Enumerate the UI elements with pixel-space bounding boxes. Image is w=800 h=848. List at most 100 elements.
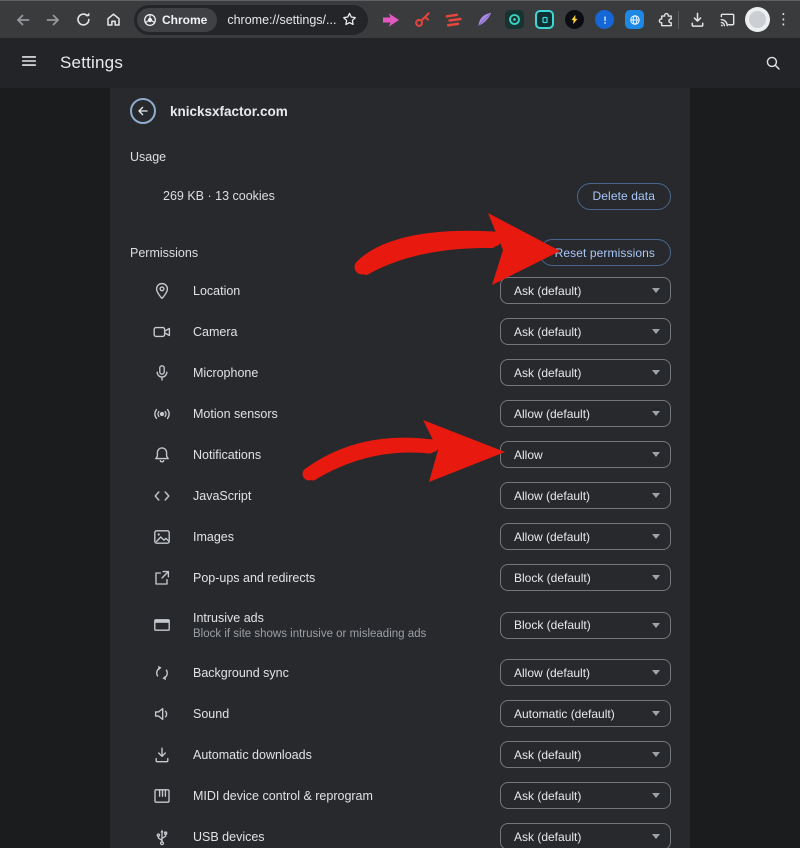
dropdown-caret-icon	[652, 623, 660, 628]
usage-value: 269 KB · 13 cookies	[163, 189, 275, 203]
blue-info-extension-icon[interactable]	[595, 10, 614, 29]
teal-frame-extension-icon[interactable]	[535, 10, 554, 29]
star-icon[interactable]	[341, 11, 358, 28]
red-stripes-extension-icon[interactable]	[443, 10, 463, 30]
permission-label: JavaScript	[193, 489, 251, 503]
permission-row-camera: Camera Ask (default)	[110, 311, 690, 352]
permission-label: Automatic downloads	[193, 748, 312, 762]
permission-selected-value: Allow	[514, 448, 543, 462]
permission-row-microphone: Microphone Ask (default)	[110, 352, 690, 393]
dropdown-caret-icon	[652, 329, 660, 334]
permission-row-motion-sensors: Motion sensors Allow (default)	[110, 393, 690, 434]
cast-icon[interactable]	[712, 5, 742, 35]
permission-row-intrusive-ads: Intrusive ads Block if site shows intrus…	[110, 598, 690, 652]
url-text: chrome://settings/...	[227, 13, 336, 27]
permission-selected-value: Ask (default)	[514, 830, 581, 844]
permission-label: Intrusive ads	[193, 611, 426, 625]
permission-select-camera[interactable]: Ask (default)	[500, 318, 671, 345]
permission-row-automatic-downloads: Automatic downloads Ask (default)	[110, 734, 690, 775]
dropdown-caret-icon	[652, 534, 660, 539]
download-icon[interactable]	[682, 5, 712, 35]
dropdown-caret-icon	[652, 834, 660, 839]
permission-select-background-sync[interactable]: Allow (default)	[500, 659, 671, 686]
download-arrow-icon	[152, 745, 172, 765]
extensions-puzzle-icon[interactable]	[655, 10, 675, 30]
permission-select-location[interactable]: Ask (default)	[500, 277, 671, 304]
purple-feather-extension-icon[interactable]	[474, 10, 494, 30]
back-icon[interactable]	[8, 5, 38, 35]
permission-select-sound[interactable]: Automatic (default)	[500, 700, 671, 727]
permission-selected-value: Block (default)	[514, 618, 591, 632]
dropdown-caret-icon	[652, 452, 660, 457]
site-title-row: knicksxfactor.com	[110, 88, 690, 134]
forward-icon[interactable]	[38, 5, 68, 35]
location-icon	[152, 281, 172, 301]
reset-permissions-button[interactable]: Reset permissions	[539, 239, 671, 266]
permissions-section-label: Permissions	[130, 245, 198, 261]
popup-icon	[152, 568, 172, 588]
permission-label: Microphone	[193, 366, 258, 380]
ads-icon	[152, 615, 172, 635]
permission-row-usb: USB devices Ask (default)	[110, 816, 690, 848]
permission-select-microphone[interactable]: Ask (default)	[500, 359, 671, 386]
toolbar-divider	[678, 11, 679, 29]
permission-selected-value: Ask (default)	[514, 284, 581, 298]
permission-row-javascript: JavaScript Allow (default)	[110, 475, 690, 516]
permission-select-popups[interactable]: Block (default)	[500, 564, 671, 591]
sync-icon	[152, 663, 172, 683]
usb-icon	[152, 827, 172, 847]
permission-label: Images	[193, 530, 234, 544]
javascript-icon	[152, 486, 172, 506]
red-key-extension-icon[interactable]	[412, 10, 432, 30]
delete-data-button[interactable]: Delete data	[577, 183, 671, 210]
permission-select-javascript[interactable]: Allow (default)	[500, 482, 671, 509]
teal-ring-extension-icon[interactable]	[505, 10, 524, 29]
back-arrow-icon	[135, 103, 151, 119]
permissions-header-row: Permissions Reset permissions	[110, 238, 690, 267]
permission-select-notifications[interactable]: Allow	[500, 441, 671, 468]
address-bar[interactable]: Chrome chrome://settings/...	[134, 5, 368, 35]
permission-selected-value: Allow (default)	[514, 489, 590, 503]
permission-subtitle: Block if site shows intrusive or mislead…	[193, 628, 426, 640]
permission-selected-value: Allow (default)	[514, 666, 590, 680]
dropdown-caret-icon	[652, 793, 660, 798]
permission-row-sound: Sound Automatic (default)	[110, 693, 690, 734]
permission-select-intrusive-ads[interactable]: Block (default)	[500, 612, 671, 639]
permissions-list: Location Ask (default) Camera Ask (defau…	[110, 270, 690, 848]
search-icon[interactable]	[764, 54, 782, 77]
menu-icon[interactable]	[20, 52, 38, 75]
kebab-menu-icon[interactable]: ⋮	[772, 12, 795, 27]
permission-select-midi[interactable]: Ask (default)	[500, 782, 671, 809]
permission-label: Camera	[193, 325, 237, 339]
home-icon[interactable]	[98, 5, 128, 35]
reload-icon[interactable]	[68, 5, 98, 35]
permission-label: USB devices	[193, 830, 265, 844]
pink-arrow-extension-icon[interactable]	[381, 10, 401, 30]
microphone-icon	[152, 363, 172, 383]
motion-sensors-icon	[152, 404, 172, 424]
usage-row: 269 KB · 13 cookies Delete data	[110, 181, 690, 211]
permission-selected-value: Allow (default)	[514, 530, 590, 544]
dropdown-caret-icon	[652, 670, 660, 675]
dropdown-caret-icon	[652, 711, 660, 716]
url-chip: Chrome	[137, 8, 217, 32]
permission-selected-value: Allow (default)	[514, 407, 590, 421]
settings-content: knicksxfactor.com Usage 269 KB · 13 cook…	[0, 88, 800, 848]
blue-globe-extension-icon[interactable]	[625, 10, 644, 29]
back-button[interactable]	[130, 98, 156, 124]
extensions-row	[381, 10, 675, 30]
permission-select-automatic-downloads[interactable]: Ask (default)	[500, 741, 671, 768]
permission-select-motion-sensors[interactable]: Allow (default)	[500, 400, 671, 427]
permission-select-usb[interactable]: Ask (default)	[500, 823, 671, 848]
profile-avatar[interactable]	[742, 5, 772, 35]
sound-icon	[152, 704, 172, 724]
permission-select-images[interactable]: Allow (default)	[500, 523, 671, 550]
site-name: knicksxfactor.com	[170, 104, 288, 119]
permission-selected-value: Ask (default)	[514, 325, 581, 339]
camera-icon	[152, 322, 172, 342]
chrome-logo-icon	[143, 13, 157, 27]
lightning-extension-icon[interactable]	[565, 10, 584, 29]
permission-selected-value: Ask (default)	[514, 366, 581, 380]
permission-selected-value: Block (default)	[514, 571, 591, 585]
dropdown-caret-icon	[652, 411, 660, 416]
